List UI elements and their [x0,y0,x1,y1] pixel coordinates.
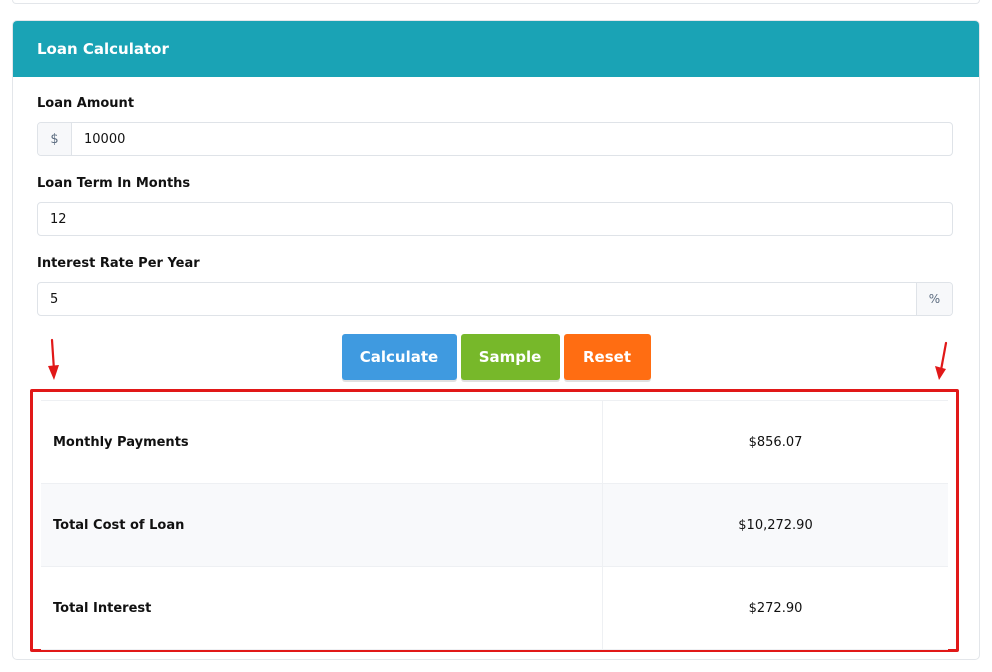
loan-amount-group: $ [37,122,953,156]
total-cost-label: Total Cost of Loan [41,483,603,567]
results-table: Monthly Payments $856.07 Total Cost of L… [41,400,948,650]
interest-rate-group: % [37,282,953,316]
loan-term-group [37,202,953,236]
table-row: Total Interest $272.90 [41,566,948,650]
loan-amount-label: Loan Amount [37,96,135,111]
total-cost-value: $10,272.90 [602,483,948,567]
sample-button[interactable]: Sample [460,334,560,380]
total-interest-value: $272.90 [602,566,948,650]
monthly-payments-value: $856.07 [602,400,948,484]
percent-suffix: % [916,283,952,315]
table-row: Total Cost of Loan $10,272.90 [41,483,948,567]
loan-term-label: Loan Term In Months [37,176,191,191]
monthly-payments-label: Monthly Payments [41,400,603,484]
loan-term-input[interactable] [38,203,952,235]
red-arrow-icon-right [935,341,948,380]
red-arrow-icon-left [48,338,59,380]
calculate-button[interactable]: Calculate [341,334,457,380]
total-interest-label: Total Interest [41,566,603,650]
page-title: Loan Calculator [37,40,169,58]
reset-button[interactable]: Reset [563,334,651,380]
dollar-prefix: $ [38,123,72,155]
interest-rate-label: Interest Rate Per Year [37,256,200,271]
loan-amount-input[interactable] [72,123,952,155]
interest-rate-input[interactable] [38,283,916,315]
table-row: Monthly Payments $856.07 [41,400,948,484]
results-highlight-box: Monthly Payments $856.07 Total Cost of L… [30,389,959,652]
top-card-edge [12,0,980,4]
card-header: Loan Calculator [13,21,979,77]
action-buttons: Calculate Sample Reset [13,334,979,380]
